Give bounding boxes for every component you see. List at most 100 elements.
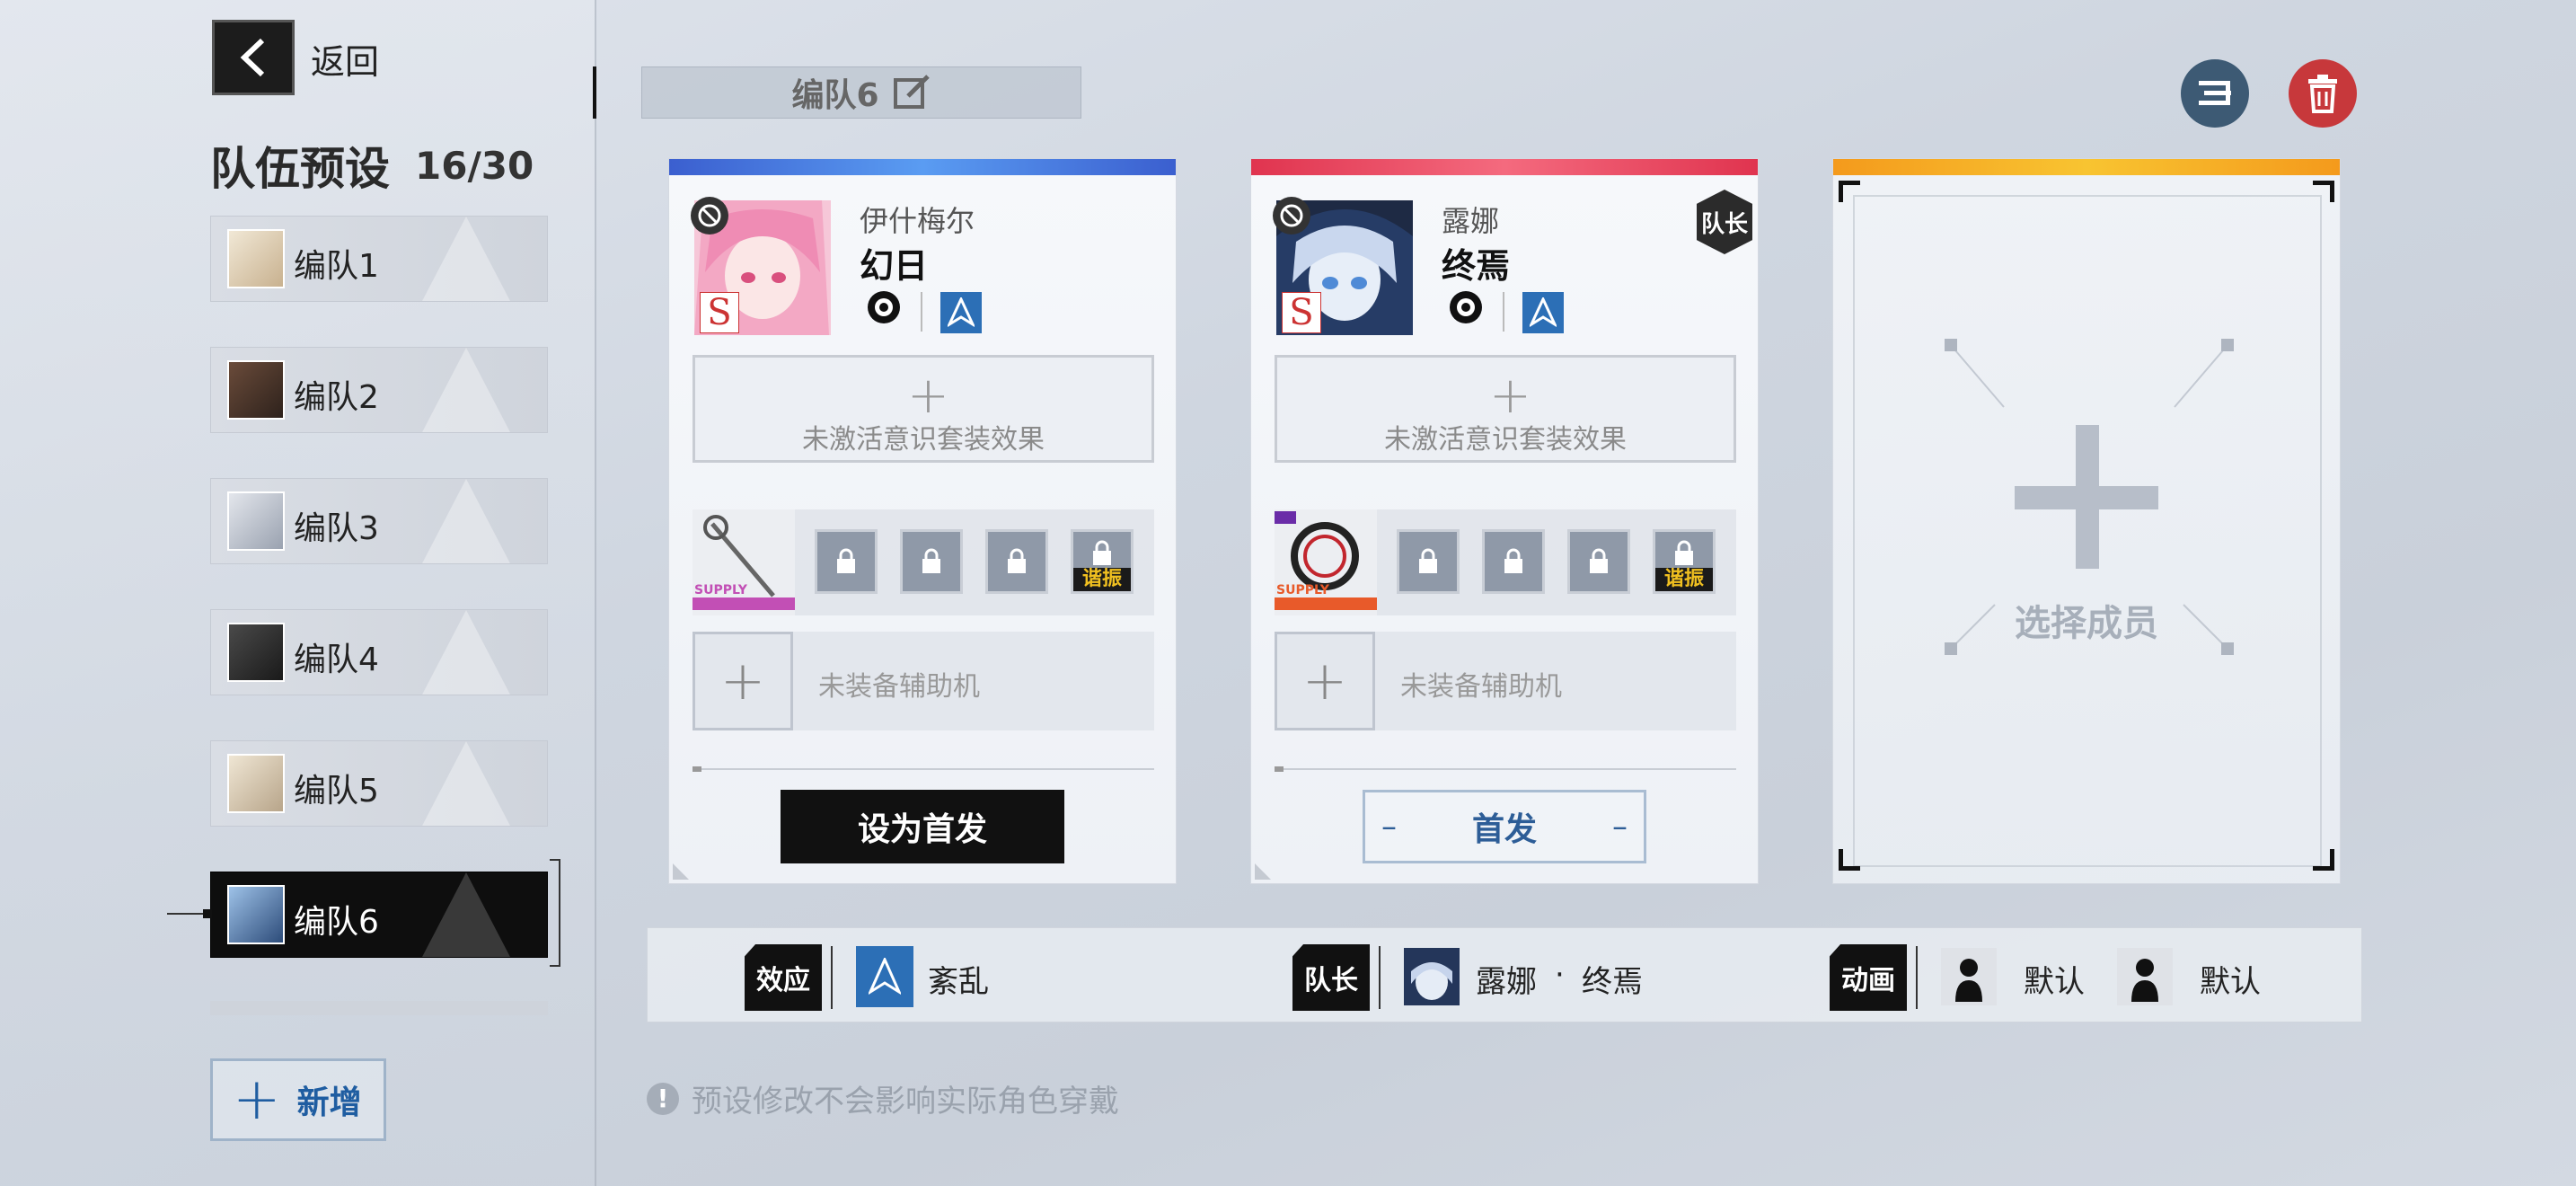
list-overflow-item: [210, 1001, 548, 1015]
assist-status-text: 未装备辅助机: [818, 671, 980, 703]
sidebar-item-team3[interactable]: 编队3: [210, 478, 548, 564]
sidebar-item-team6[interactable]: 编队6: [210, 872, 548, 958]
new-team-button[interactable]: + 新增: [210, 1058, 386, 1141]
delete-button[interactable]: [2289, 59, 2357, 128]
lock-icon: [837, 548, 855, 573]
character-name: 露娜: [1442, 204, 1500, 238]
sidebar-item-team4[interactable]: 编队4: [210, 609, 548, 695]
lock-icon: [1008, 548, 1026, 573]
info-icon: !: [647, 1082, 679, 1115]
decor-triangle: [421, 217, 511, 301]
equipment-row: SUPPLY 谐振: [693, 509, 1154, 615]
divider: [1275, 768, 1736, 770]
member-card-1[interactable]: S 伊什梅尔 幻日 + 未激活意识套装效果 SUPPLY 谐振 + 未装备辅助机…: [668, 158, 1177, 884]
avatar: [227, 491, 285, 551]
plus-icon: +: [693, 632, 793, 730]
avatar: [227, 885, 285, 944]
weapon-supply-tag: SUPPLY: [694, 583, 747, 597]
avatar: [227, 623, 285, 682]
team-label: 编队4: [294, 642, 379, 678]
leader-badge: 队长: [1697, 190, 1752, 254]
memory-suit-slot[interactable]: + 未激活意识套装效果: [693, 355, 1154, 463]
leader-name: 露娜: [1476, 964, 1537, 1000]
resonance-slot[interactable]: [900, 529, 963, 594]
sidebar-item-team5[interactable]: 编队5: [210, 740, 548, 827]
quick-deploy-button[interactable]: [2181, 59, 2249, 128]
harmony-slot[interactable]: 谐振: [1071, 529, 1134, 594]
edit-icon[interactable]: [892, 73, 931, 112]
back-button[interactable]: [212, 20, 295, 95]
animation-value-2[interactable]: 默认: [2200, 957, 2261, 1001]
dash-left-icon: –: [1381, 809, 1397, 845]
notice-text: 预设修改不会影响实际角色穿戴: [692, 1084, 1119, 1120]
icon-separator: [921, 292, 922, 332]
divider-cap: [693, 766, 701, 772]
lock-icon: [1675, 540, 1693, 565]
avatar: [227, 360, 285, 420]
character-frame-name: 幻日: [860, 246, 929, 286]
weapon-slot[interactable]: SUPPLY: [693, 509, 795, 615]
first-member-indicator[interactable]: – 首发 –: [1363, 790, 1646, 863]
add-member-icon: [2076, 425, 2099, 569]
harmony-label: 谐振: [1655, 568, 1713, 591]
memory-suit-slot[interactable]: + 未激活意识套装效果: [1275, 355, 1736, 463]
sidebar-item-team2[interactable]: 编队2: [210, 347, 548, 433]
card-corner: [673, 863, 689, 880]
avatar: [227, 229, 285, 288]
first-member-label: 首发: [1471, 811, 1537, 848]
plus-icon: +: [1275, 632, 1375, 730]
lock-icon: [1419, 548, 1437, 573]
active-marker: [593, 66, 596, 119]
divider: [693, 768, 1154, 770]
bar-separator: [831, 946, 833, 1009]
leader-frame-name: 终焉: [1582, 964, 1643, 1000]
character-frame-name: 终焉: [1442, 246, 1511, 286]
rank-badge: S: [1282, 292, 1321, 333]
bar-separator: [1379, 946, 1381, 1009]
lock-icon: [922, 548, 940, 573]
assist-unit-slot[interactable]: + 未装备辅助机: [693, 632, 1154, 730]
animation-value-1[interactable]: 默认: [2024, 957, 2085, 1001]
preset-count: 16/30: [415, 144, 534, 188]
team-label: 编队1: [294, 248, 379, 285]
frame-corner: [2313, 181, 2334, 202]
resonance-slot[interactable]: [815, 529, 878, 594]
assist-status-text: 未装备辅助机: [1400, 671, 1562, 703]
resonance-slot[interactable]: [1397, 529, 1460, 594]
sidebar-item-team1[interactable]: 编队1: [210, 216, 548, 302]
harmony-label: 谐振: [1073, 568, 1131, 591]
trash-icon: [2308, 75, 2337, 113]
frame-corner: [2313, 849, 2334, 871]
decor-triangle: [421, 610, 511, 695]
empty-member-slot[interactable]: 选择成员: [1832, 158, 2341, 884]
effect-tag: 效应: [745, 944, 822, 1011]
decor-triangle: [421, 348, 511, 432]
divider-cap: [1275, 766, 1284, 772]
resonance-slot[interactable]: [985, 529, 1048, 594]
team-name-field[interactable]: 编队6: [641, 66, 1081, 119]
select-member-label: 选择成员: [2015, 603, 2158, 644]
assist-unit-slot[interactable]: + 未装备辅助机: [1275, 632, 1736, 730]
resonance-slot[interactable]: [1567, 529, 1630, 594]
team-label: 编队3: [294, 510, 379, 547]
weapon-supply-tag: SUPPLY: [1276, 583, 1329, 597]
chevron-left-icon: [240, 38, 265, 77]
notice: ! 预设修改不会影响实际角色穿戴: [647, 1076, 1119, 1120]
set-first-button[interactable]: 设为首发: [781, 790, 1064, 863]
leader-tag: 队长: [1292, 944, 1370, 1011]
character-name: 伊什梅尔: [860, 204, 975, 238]
decor-triangle: [421, 741, 511, 826]
equipment-row: SUPPLY 谐振: [1275, 509, 1736, 615]
decor-triangle: [421, 872, 511, 957]
animation-avatar-icon[interactable]: [1941, 948, 1997, 1005]
team-label: 编队6: [294, 904, 379, 941]
member-card-2[interactable]: S 队长 露娜 终焉 + 未激活意识套装效果 SUPPLY 谐振 + 未装备辅助…: [1250, 158, 1759, 884]
suit-status-text: 未激活意识套装效果: [1384, 424, 1627, 456]
icon-separator: [1503, 292, 1504, 332]
animation-avatar-icon[interactable]: [2117, 948, 2173, 1005]
resonance-slot[interactable]: [1482, 529, 1545, 594]
new-team-label: 新增: [296, 1084, 362, 1121]
weapon-slot[interactable]: SUPPLY: [1275, 509, 1377, 615]
harmony-slot[interactable]: 谐振: [1653, 529, 1716, 594]
back-label[interactable]: 返回: [311, 34, 379, 84]
